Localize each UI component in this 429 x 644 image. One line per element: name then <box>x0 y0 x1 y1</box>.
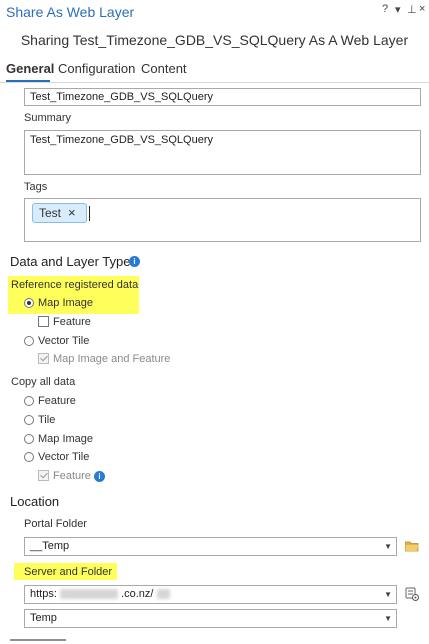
tab-divider <box>0 82 429 83</box>
close-button[interactable]: × <box>419 3 425 15</box>
location-heading: Location <box>10 494 60 509</box>
radio-copy-feature[interactable] <box>24 396 34 406</box>
info-icon[interactable]: i <box>94 471 105 482</box>
info-icon[interactable]: i <box>129 256 140 267</box>
window-title: Share As Web Layer <box>6 4 135 20</box>
tab-general[interactable]: General <box>6 61 54 76</box>
server-url-select[interactable]: https: .co.nz/ ▼ <box>24 585 397 604</box>
pin-button[interactable]: ⊥ <box>407 3 417 16</box>
redacted-host <box>59 589 118 600</box>
portal-folder-value: __Temp <box>30 540 70 552</box>
radio-copy-vector-tile[interactable] <box>24 452 34 462</box>
checkbox-map-image-and-feature[interactable] <box>38 353 49 364</box>
checkbox-ref-feature[interactable] <box>38 316 49 327</box>
portal-folder-select[interactable]: __Temp ▼ <box>24 537 397 556</box>
summary-input[interactable]: Test_Timezone_GDB_VS_SQLQuery <box>24 130 421 175</box>
checkbox-copy-feature-sub[interactable] <box>38 470 49 481</box>
reference-registered-data-label: Reference registered data <box>11 279 139 291</box>
option-map-image-and-feature-label: Map Image and Feature <box>53 353 171 365</box>
option-copy-tile-label: Tile <box>38 414 56 426</box>
name-input[interactable]: Test_Timezone_GDB_VS_SQLQuery <box>24 88 421 106</box>
server-url-prefix: https: <box>30 588 57 600</box>
tags-label: Tags <box>24 181 48 193</box>
server-settings-icon[interactable] <box>405 587 419 601</box>
option-ref-map-image-label: Map Image <box>38 297 94 309</box>
portal-folder-label: Portal Folder <box>24 518 87 530</box>
radio-copy-tile[interactable] <box>24 415 34 425</box>
option-copy-vector-tile-label: Vector Tile <box>38 451 90 463</box>
tag-chip: Test × <box>32 203 87 223</box>
chevron-down-icon: ▼ <box>384 614 392 623</box>
chevron-down-icon: ▼ <box>384 542 392 551</box>
server-folder-value: Temp <box>30 612 57 624</box>
server-url-suffix: .co.nz/ <box>121 588 154 600</box>
option-copy-map-image-label: Map Image <box>38 433 94 445</box>
radio-ref-map-image[interactable] <box>24 298 34 308</box>
server-folder-label: Server and Folder <box>24 566 113 578</box>
option-ref-vector-tile-label: Vector Tile <box>38 335 90 347</box>
tab-configuration[interactable]: Configuration <box>58 61 135 76</box>
chevron-down-icon: ▼ <box>384 590 392 599</box>
data-layer-type-heading: Data and Layer Type <box>10 254 131 269</box>
text-cursor <box>89 206 90 221</box>
radio-copy-map-image[interactable] <box>24 434 34 444</box>
radio-ref-vector-tile[interactable] <box>24 336 34 346</box>
option-copy-feature-sub-label: Feature <box>53 470 91 482</box>
redacted-path <box>156 589 170 600</box>
option-ref-feature-label: Feature <box>53 316 91 328</box>
tab-content[interactable]: Content <box>141 61 187 76</box>
server-folder-select[interactable]: Temp ▼ <box>24 609 397 628</box>
title-bar: Share As Web Layer ? ▾ ⊥ × <box>0 0 429 26</box>
remove-tag-icon[interactable]: × <box>68 204 76 222</box>
menu-dropdown-button[interactable]: ▾ <box>395 3 401 16</box>
pane-subtitle: Sharing Test_Timezone_GDB_VS_SQLQuery As… <box>20 32 409 48</box>
folder-icon[interactable] <box>404 540 419 552</box>
tag-chip-label: Test <box>39 206 62 220</box>
option-copy-feature-label: Feature <box>38 395 76 407</box>
copy-all-data-label: Copy all data <box>11 376 76 388</box>
summary-label: Summary <box>24 112 72 124</box>
help-button[interactable]: ? <box>382 3 388 15</box>
next-section-heading-clipped <box>10 638 70 644</box>
